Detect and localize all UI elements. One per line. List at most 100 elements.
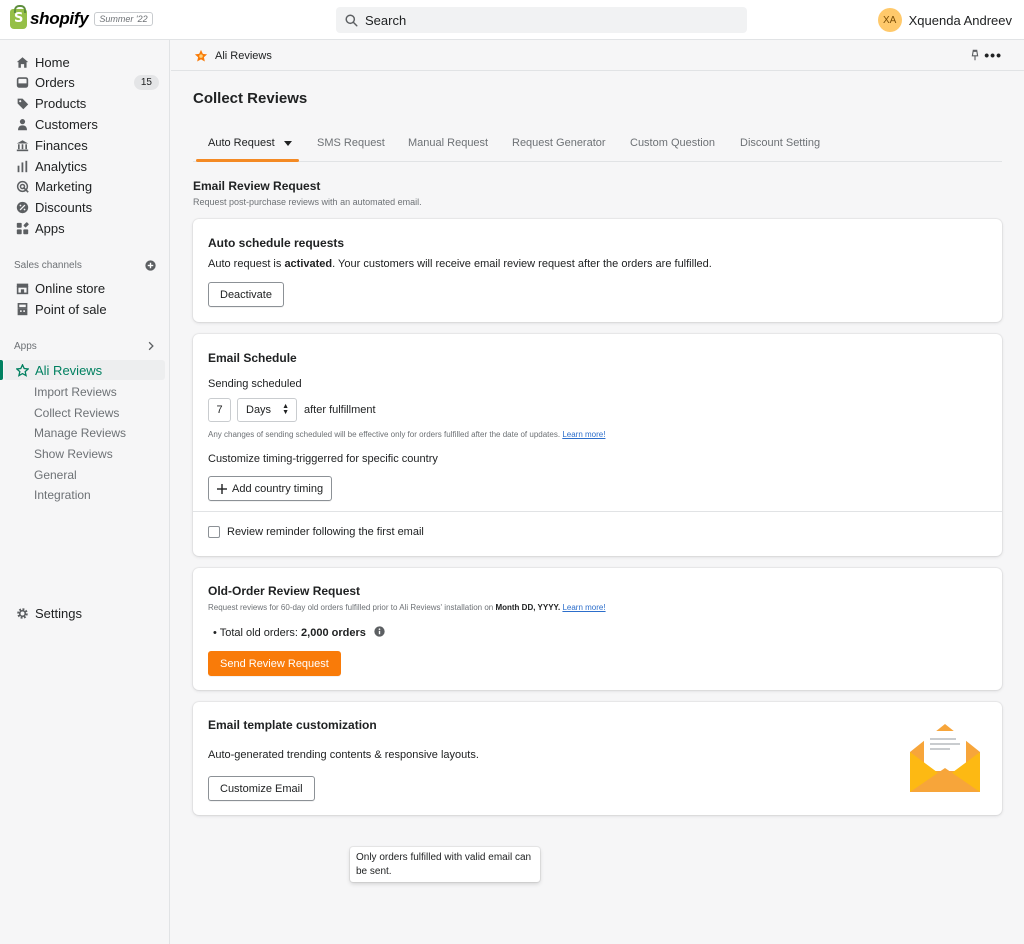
after-fulfillment-label: after fulfillment [304,404,376,416]
search-bar[interactable]: Search [336,7,747,33]
user-name: Xquenda Andreev [908,12,1012,28]
email-template-card: Email template customization Auto-genera… [193,702,1002,815]
chevron-right-icon[interactable] [146,339,156,354]
learn-more-link[interactable]: Learn more! [562,603,605,612]
store-icon [15,281,29,295]
card-title: Auto schedule requests [208,236,345,250]
logo-text: shopify [30,9,89,28]
sidebar-item-label: Point of sale [35,301,107,317]
plus-icon [217,483,227,494]
sales-channels-heading: Sales channels [14,260,82,271]
review-reminder-checkbox[interactable] [208,526,220,538]
bank-icon [15,138,29,152]
home-icon [15,55,29,69]
status-text-before: Auto request is [208,258,285,270]
send-review-request-button[interactable]: Send Review Request [208,651,341,676]
select-arrows-icon: ▲ ▼ [282,403,289,416]
more-options-icon[interactable]: ••• [984,47,1002,63]
page-title: Collect Reviews [193,90,308,107]
sidebar-subitem-integration[interactable]: Integration [34,488,91,502]
sidebar-item-label: Ali Reviews [35,362,103,378]
card-title: Email template customization [208,718,377,732]
tab-label: Auto Request [208,137,275,149]
section-title: Email Review Request [193,179,321,193]
avatar: XA [877,8,902,32]
email-schedule-card: Email Schedule Sending scheduled 7 Days … [193,334,1002,556]
deactivate-button[interactable]: Deactivate [208,282,284,307]
sending-scheduled-label: Sending scheduled [208,378,302,390]
search-placeholder: Search [365,12,407,28]
sidebar-item-analytics[interactable]: Analytics [0,156,170,176]
user-menu[interactable]: XA Xquenda Andreev [877,8,1012,32]
tab-sms-request[interactable]: SMS Request [317,137,385,149]
sidebar-item-marketing[interactable]: Marketing [0,176,170,196]
customize-email-button[interactable]: Customize Email [208,776,315,801]
divider [193,511,1002,512]
desc-text: Request reviews for 60-day old orders fu… [208,603,496,612]
tab-discount-setting[interactable]: Discount Setting [740,137,820,149]
orders-icon [15,75,29,89]
pin-icon[interactable] [970,49,980,64]
note-text: Any changes of sending scheduled will be… [208,430,561,439]
total-label: Total old orders: [219,627,302,639]
status-activated: activated [284,258,333,270]
search-icon [345,13,358,27]
sidebar-item-label: Customers [35,116,98,132]
days-count-input[interactable]: 7 [208,398,231,422]
app-title: Ali Reviews [215,50,272,62]
add-channel-icon[interactable] [145,259,156,274]
pos-icon [15,302,29,316]
customize-timing-label: Customize timing-triggerred for specific… [208,453,438,465]
sidebar-item-orders[interactable]: Orders 15 [0,72,170,92]
sidebar-subitem-manage-reviews[interactable]: Manage Reviews [34,426,126,440]
sidebar-item-label: Products [35,95,87,111]
sidebar-item-apps[interactable]: Apps [0,218,170,238]
sidebar-subitem-import-reviews[interactable]: Import Reviews [34,385,117,399]
tag-icon [15,96,29,110]
sidebar-subitem-general[interactable]: General [34,468,77,482]
template-description: Auto-generated trending contents & respo… [208,749,479,761]
card-title: Old-Order Review Request [208,584,361,598]
learn-more-link[interactable]: Learn more! [562,430,605,439]
tab-request-generator[interactable]: Request Generator [512,137,606,149]
tab-bar: Auto Request SMS Request Manual Request … [193,131,1002,162]
sidebar-item-point-of-sale[interactable]: Point of sale [0,299,170,319]
apps-heading: Apps [14,341,37,352]
section-subtitle: Request post-purchase reviews with an au… [193,197,422,207]
install-date: Month DD, YYYY. [495,603,561,612]
sidebar-item-finances[interactable]: Finances [0,135,170,155]
shopify-logo[interactable]: shopify Summer '22 [10,5,153,29]
sidebar-subitem-collect-reviews[interactable]: Collect Reviews [34,406,119,420]
sidebar-item-settings[interactable]: Settings [0,603,170,623]
tab-custom-question[interactable]: Custom Question [630,137,715,149]
star-icon [15,363,29,377]
sidebar-item-customers[interactable]: Customers [0,114,170,134]
tab-manual-request[interactable]: Manual Request [408,137,488,149]
info-icon[interactable] [374,626,385,640]
sidebar-subitem-show-reviews[interactable]: Show Reviews [34,447,113,461]
time-unit-select[interactable]: Days ▲ ▼ [237,398,297,422]
caret-down-icon [283,137,292,149]
gear-icon [15,606,29,620]
sidebar-item-home[interactable]: Home [0,52,170,72]
sidebar-item-label: Finances [35,137,88,153]
bar-chart-icon [15,159,29,173]
tab-auto-request[interactable]: Auto Request [208,137,292,149]
button-label: Add country timing [232,482,324,495]
auto-schedule-card: Auto schedule requests Auto request is a… [193,219,1002,322]
review-reminder-label: Review reminder following the first emai… [227,526,424,538]
sidebar-item-ali-reviews[interactable]: Ali Reviews [0,360,170,380]
card-title: Email Schedule [208,351,297,365]
sidebar-item-products[interactable]: Products [0,93,170,113]
sidebar-item-online-store[interactable]: Online store [0,278,170,298]
active-tab-underline [196,159,299,162]
sidebar: Home Orders 15 Products Customers Financ… [0,40,170,944]
sidebar-item-discounts[interactable]: Discounts [0,197,170,217]
old-order-card: Old-Order Review Request Request reviews… [193,568,1002,690]
auto-request-status-text: Auto request is activated. Your customer… [208,258,712,270]
envelope-illustration-icon [910,724,980,792]
person-icon [15,117,29,131]
select-value: Days [246,404,272,416]
old-order-description: Request reviews for 60-day old orders fu… [208,603,606,612]
add-country-timing-button[interactable]: Add country timing [208,476,333,501]
